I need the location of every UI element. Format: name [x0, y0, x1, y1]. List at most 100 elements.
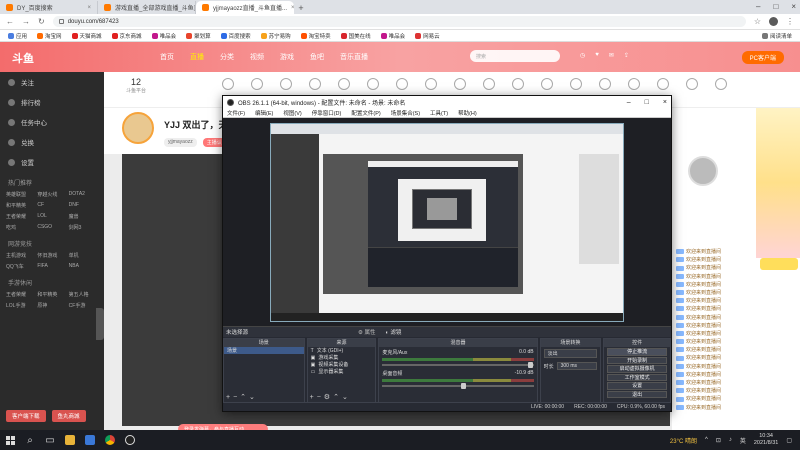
sidebar-item-tasks[interactable]: 任务中心: [0, 112, 104, 132]
category-tag[interactable]: 单机: [69, 252, 98, 259]
activity-icon[interactable]: [251, 78, 263, 90]
source-item[interactable]: T 文本 (GDI+): [308, 347, 376, 355]
shop-button[interactable]: 鱼丸商城: [51, 410, 86, 422]
exit-button[interactable]: 退出: [607, 390, 667, 398]
promo-button[interactable]: [760, 258, 798, 270]
category-tag[interactable]: CF手游: [69, 302, 98, 309]
activity-icon[interactable]: [338, 78, 350, 90]
bookmark-item[interactable]: 网易云: [415, 32, 440, 40]
activity-icon[interactable]: [425, 78, 437, 90]
menu-scene-collection[interactable]: 场景集合(S): [391, 109, 420, 117]
activity-icon[interactable]: [512, 78, 524, 90]
close-window-icon[interactable]: ×: [663, 99, 667, 106]
site-logo[interactable]: 斗鱼: [12, 50, 34, 66]
menu-docks[interactable]: 停靠窗口(D): [312, 109, 342, 117]
upload-icon[interactable]: ⇪: [624, 52, 629, 59]
sidebar-item-rank[interactable]: 排行榜: [0, 92, 104, 112]
bookmark-item[interactable]: 唯品会: [151, 32, 176, 40]
activity-icon[interactable]: [280, 78, 292, 90]
category-tag[interactable]: 穿越火线: [37, 191, 66, 198]
bookmark-item[interactable]: 京东商城: [111, 32, 142, 40]
menu-file[interactable]: 文件(F): [227, 109, 245, 117]
source-item[interactable]: ▣ 游戏采集: [308, 354, 376, 362]
nav-live[interactable]: 直播: [190, 52, 204, 62]
sidebar-item-exchange[interactable]: 兑换: [0, 132, 104, 152]
nav-category[interactable]: 分类: [220, 52, 234, 62]
category-tag[interactable]: DNF: [69, 202, 98, 209]
start-button[interactable]: [0, 430, 20, 450]
category-tag[interactable]: 王者荣耀: [6, 213, 35, 220]
scene-item[interactable]: 场景: [224, 347, 304, 354]
site-search-input[interactable]: 搜索: [470, 50, 560, 62]
obs-taskbar-icon[interactable]: [120, 430, 140, 450]
nav-forum[interactable]: 鱼吧: [310, 52, 324, 62]
category-tag[interactable]: 原神: [37, 302, 66, 309]
message-icon[interactable]: ✉: [609, 52, 614, 59]
activity-icon[interactable]: [309, 78, 321, 90]
category-tag[interactable]: FIFA: [37, 263, 66, 270]
source-item[interactable]: ▣ 视频采集设备: [308, 361, 376, 369]
category-tag[interactable]: 英雄联盟: [6, 191, 35, 198]
category-tag[interactable]: 吃鸡: [6, 224, 35, 231]
bookmark-item[interactable]: 淘宝特卖: [300, 32, 331, 40]
sidebar-collapse-handle[interactable]: [96, 308, 104, 340]
notification-icon[interactable]: ▢: [786, 437, 792, 444]
nav-games[interactable]: 游戏: [280, 52, 294, 62]
bookmark-item[interactable]: 苏宁易购: [260, 32, 291, 40]
minimize-icon[interactable]: –: [627, 99, 631, 106]
close-window-icon[interactable]: ×: [791, 2, 796, 11]
activity-icon[interactable]: [222, 78, 234, 90]
menu-profile[interactable]: 配置文件(P): [351, 109, 380, 117]
properties-button[interactable]: ⚙ 属性: [358, 328, 375, 336]
reload-icon[interactable]: ↻: [38, 17, 45, 26]
chrome-icon[interactable]: [100, 430, 120, 450]
follow-icon[interactable]: ♥: [595, 52, 599, 59]
reading-list[interactable]: 阅读清单: [761, 32, 792, 40]
studio-mode-button[interactable]: 工作室模式: [607, 373, 667, 381]
category-tag[interactable]: NBA: [69, 263, 98, 270]
sidebar-item-follow[interactable]: 关注: [0, 72, 104, 92]
activity-icon[interactable]: [628, 78, 640, 90]
menu-icon[interactable]: ⋮: [786, 17, 794, 26]
bookmark-item[interactable]: 淘宝网: [37, 32, 62, 40]
start-recording-button[interactable]: 开始录制: [607, 356, 667, 364]
bookmark-item[interactable]: 天猫商城: [71, 32, 102, 40]
bookmark-item[interactable]: 应用: [8, 32, 27, 40]
menu-edit[interactable]: 编辑(E): [255, 109, 273, 117]
activity-icon[interactable]: [396, 78, 408, 90]
category-tag[interactable]: CF: [37, 202, 66, 209]
activity-icon[interactable]: [541, 78, 553, 90]
category-tag[interactable]: 怀旧游戏: [37, 252, 66, 259]
browser-tab-active[interactable]: yjjmayaozz直播_斗鱼直播... ×: [196, 1, 294, 14]
mail-icon[interactable]: [80, 430, 100, 450]
stop-streaming-button[interactable]: 停止推流: [607, 348, 667, 356]
clock[interactable]: 10:34 2021/8/31: [754, 433, 778, 447]
forward-icon[interactable]: →: [22, 17, 30, 26]
activity-icon[interactable]: [454, 78, 466, 90]
new-tab-button[interactable]: +: [294, 1, 308, 14]
menu-tools[interactable]: 工具(T): [430, 109, 448, 117]
promo-banner[interactable]: [756, 108, 800, 258]
activity-icon[interactable]: [686, 78, 698, 90]
category-tag[interactable]: CSGO: [37, 224, 66, 231]
filters-button[interactable]: ◐ 滤镜: [386, 328, 402, 336]
transition-select[interactable]: 淡出: [543, 349, 598, 358]
search-icon[interactable]: ⌕: [20, 430, 40, 450]
category-tag[interactable]: LOL手游: [6, 302, 35, 309]
category-tag[interactable]: 主机游戏: [6, 252, 35, 259]
source-dock-toolbar[interactable]: +−⚙⌃⌄: [310, 393, 351, 401]
category-tag[interactable]: 第五人格: [69, 291, 98, 298]
close-tab-icon[interactable]: ×: [87, 5, 91, 11]
duration-input[interactable]: 300 ms: [556, 362, 598, 370]
browser-tab[interactable]: DY_百度搜索 ×: [0, 1, 98, 14]
obs-preview[interactable]: [223, 118, 671, 326]
input-language[interactable]: 英: [740, 436, 746, 445]
activity-icon[interactable]: [483, 78, 495, 90]
download-client-button[interactable]: PC客户端: [741, 51, 784, 64]
sidebar-item-settings[interactable]: 设置: [0, 152, 104, 172]
menu-view[interactable]: 视图(V): [283, 109, 301, 117]
activity-icon[interactable]: [657, 78, 669, 90]
history-icon[interactable]: ◷: [580, 52, 585, 59]
tray-arrow-icon[interactable]: ^: [705, 437, 708, 443]
menu-help[interactable]: 帮助(H): [458, 109, 477, 117]
